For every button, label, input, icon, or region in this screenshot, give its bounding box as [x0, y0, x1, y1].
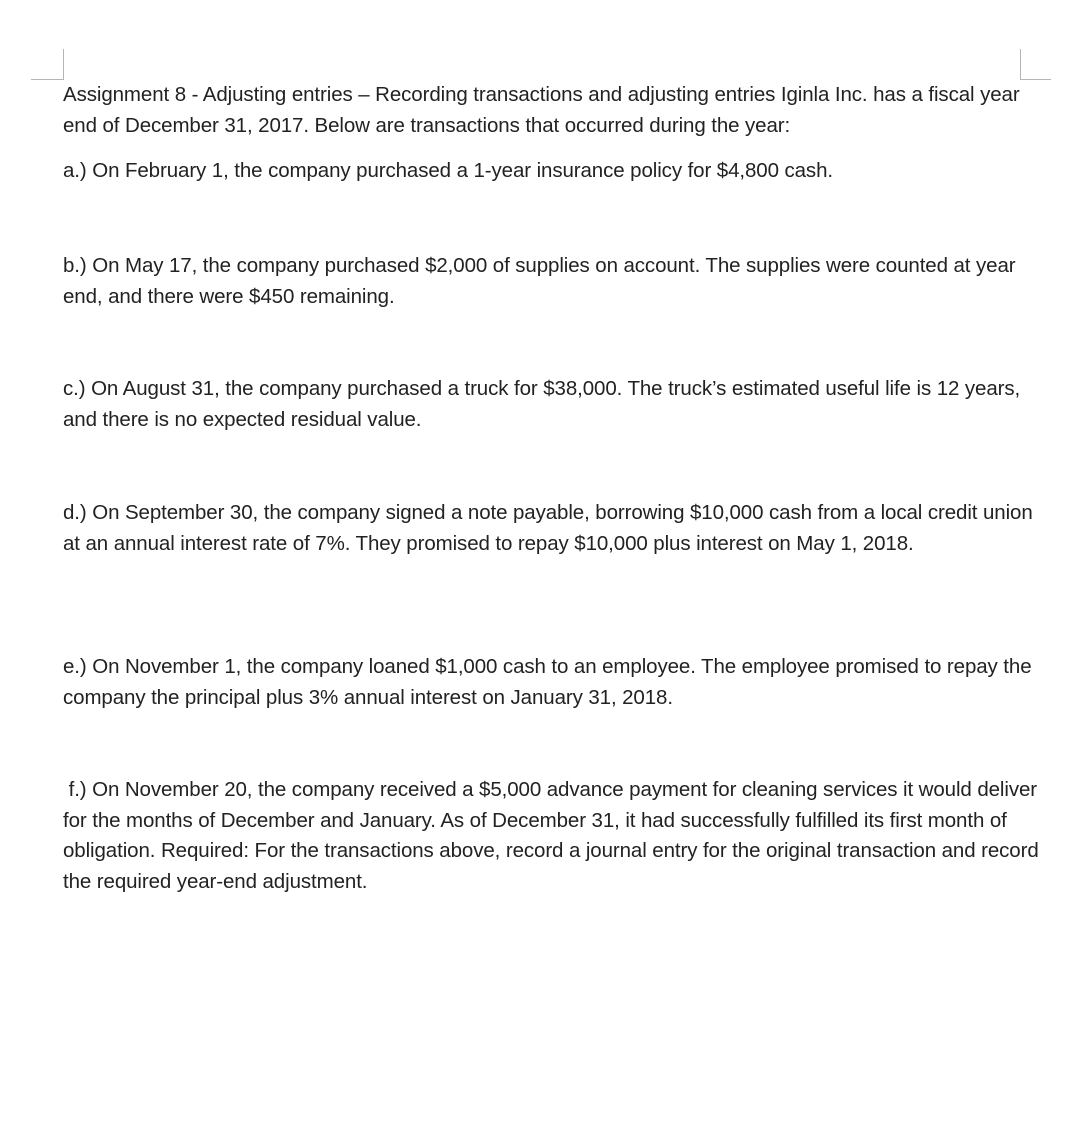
assignment-title-paragraph: Assignment 8 - Adjusting entries – Recor…: [63, 83, 1020, 137]
transaction-d: d.) On September 30, the company signed …: [63, 501, 1033, 555]
transaction-b: b.) On May 17, the company purchased $2,…: [63, 254, 1016, 308]
margin-corner-mark-top-left: [31, 49, 64, 80]
transaction-f-and-requirement: f.) On November 20, the company received…: [63, 778, 1039, 893]
transaction-c: c.) On August 31, the company purchased …: [63, 377, 1021, 431]
margin-corner-mark-top-right: [1020, 49, 1051, 80]
transaction-e: e.) On November 1, the company loaned $1…: [63, 655, 1032, 709]
transaction-a: a.) On February 1, the company purchased…: [63, 159, 833, 182]
